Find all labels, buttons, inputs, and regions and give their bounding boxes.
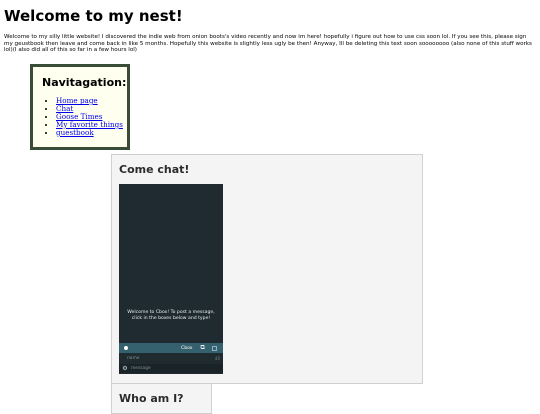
cbox-message-row: ⚙ — [119, 364, 223, 373]
cbox-char-count: 40 — [214, 356, 220, 361]
settings-square-icon[interactable] — [211, 345, 217, 351]
nav-title: Navitagation: — [42, 76, 127, 89]
cbox-welcome-message: Welcome to Cbox! To post a message, clic… — [127, 310, 215, 321]
nav-link-guestbook[interactable]: guestbook — [56, 128, 94, 137]
about-section: Who am I? — [111, 384, 212, 414]
cbox-message-input[interactable] — [129, 364, 223, 373]
cbox-name-input[interactable] — [119, 354, 210, 363]
intro-text: Welcome to my silly little website! I di… — [4, 34, 532, 54]
chat-title: Come chat! — [119, 163, 190, 176]
navigation-box: Navitagation: Home page Chat Goose Times… — [30, 64, 130, 150]
cbox-toolbar: Cbox ⧉ — [119, 343, 223, 353]
nav-item-guestbook: guestbook — [56, 129, 127, 137]
external-link-icon[interactable]: ⧉ — [201, 345, 205, 351]
nav-list: Home page Chat Goose Times My favorite t… — [42, 97, 127, 137]
cbox-widget[interactable]: Welcome to Cbox! To post a message, clic… — [119, 184, 223, 374]
gear-icon[interactable]: ⚙ — [121, 365, 129, 372]
cbox-name-row: 40 — [119, 354, 223, 363]
chat-section: Come chat! Welcome to Cbox! To post a me… — [111, 154, 423, 384]
about-title: Who am I? — [119, 392, 184, 405]
person-icon[interactable] — [124, 346, 128, 350]
cbox-brand[interactable]: Cbox — [181, 346, 193, 351]
page-title: Welcome to my nest! — [4, 7, 183, 25]
